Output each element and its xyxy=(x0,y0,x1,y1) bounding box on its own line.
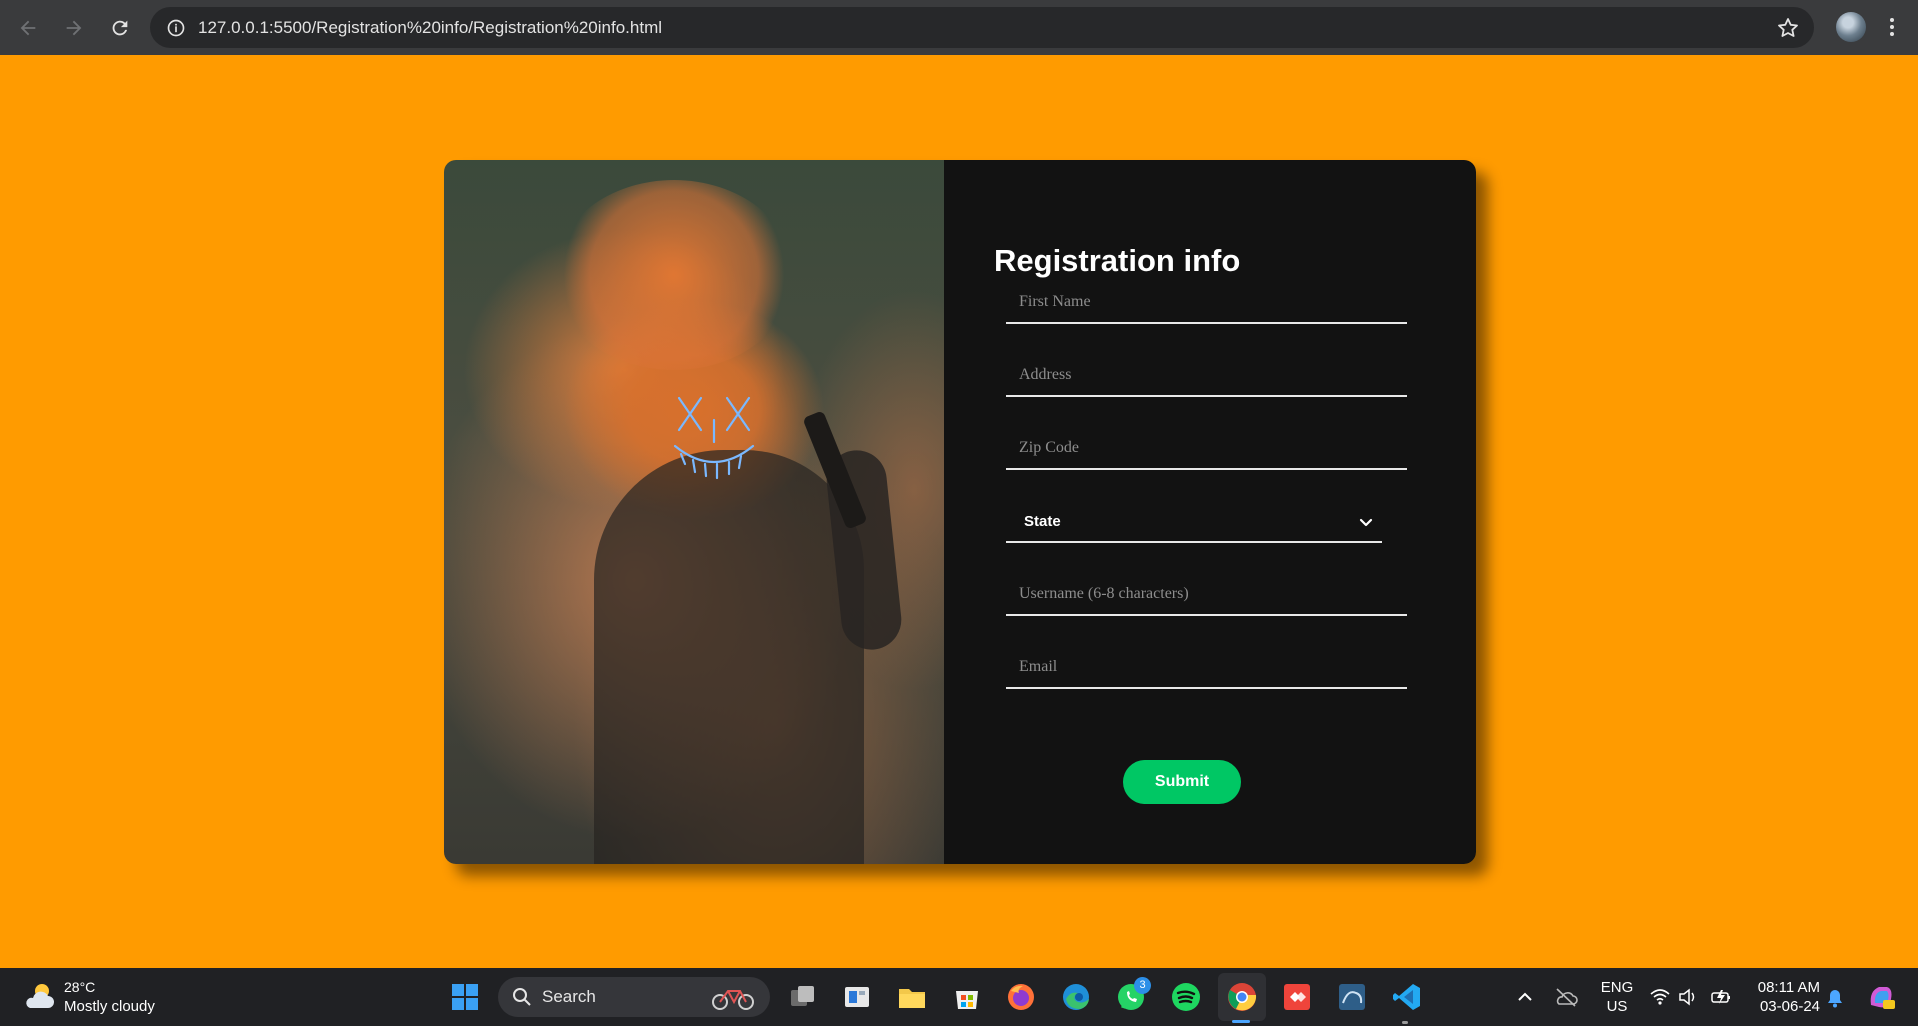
language-code: ENG xyxy=(1600,979,1634,996)
clock-date: 03-06-24 xyxy=(1759,998,1820,1015)
vscode-icon[interactable] xyxy=(1389,979,1425,1015)
search-label: Search xyxy=(542,987,596,1006)
weather-condition: Mostly cloudy xyxy=(64,998,155,1015)
firefox-icon[interactable] xyxy=(1003,979,1039,1015)
microsoft-store-icon[interactable] xyxy=(949,979,985,1015)
browser-toolbar: 127.0.0.1:5500/Registration%20info/Regis… xyxy=(0,0,1918,55)
forward-button[interactable] xyxy=(52,6,96,50)
submit-button[interactable]: Submit xyxy=(1123,760,1241,804)
vscode-open-indicator xyxy=(1402,1021,1408,1024)
task-view-icon[interactable] xyxy=(785,979,821,1015)
weather-temp: 28°C xyxy=(64,979,96,995)
email-field xyxy=(1006,647,1407,689)
zip-code-input[interactable] xyxy=(1006,428,1407,468)
whatsapp-badge: 3 xyxy=(1134,977,1151,994)
neon-mask-icon xyxy=(673,396,755,480)
search-icon xyxy=(513,988,531,1006)
file-explorer-icon[interactable] xyxy=(894,979,930,1015)
onedrive-offline-icon[interactable] xyxy=(1554,986,1578,1008)
volume-icon[interactable] xyxy=(1678,988,1698,1006)
registration-card: Registration info State Submit xyxy=(444,160,1476,864)
bicycle-icon xyxy=(712,990,754,1010)
wifi-icon[interactable] xyxy=(1650,988,1670,1006)
first-name-input[interactable] xyxy=(1006,282,1407,322)
address-input[interactable] xyxy=(1006,355,1407,395)
back-arrow-icon xyxy=(20,20,36,35)
spotify-icon[interactable] xyxy=(1168,979,1204,1015)
address-field xyxy=(1006,355,1407,397)
clock-time: 08:11 AM xyxy=(1757,979,1820,996)
show-hidden-icons-chevron-icon[interactable] xyxy=(1516,988,1534,1006)
region-code: US xyxy=(1606,998,1628,1015)
first-name-field xyxy=(1006,282,1407,324)
back-button[interactable] xyxy=(6,6,50,50)
chrome-icon[interactable] xyxy=(1224,979,1260,1015)
reload-icon xyxy=(112,20,128,35)
widgets-icon[interactable] xyxy=(839,979,875,1015)
weather-widget[interactable]: 28°C Mostly cloudy xyxy=(22,978,155,1016)
copilot-icon[interactable] xyxy=(1865,981,1897,1013)
address-bar[interactable]: 127.0.0.1:5500/Registration%20info/Regis… xyxy=(150,7,1814,48)
zip-code-field xyxy=(1006,428,1407,470)
mysql-workbench-icon[interactable] xyxy=(1334,979,1370,1015)
url-text[interactable]: 127.0.0.1:5500/Registration%20info/Regis… xyxy=(198,18,662,38)
cloud-sun-icon xyxy=(26,984,54,1008)
menu-dots-icon[interactable] xyxy=(1880,15,1904,39)
form-title: Registration info xyxy=(994,243,1241,278)
email-input[interactable] xyxy=(1006,647,1407,687)
smoke-photo xyxy=(444,160,944,864)
edge-icon[interactable] xyxy=(1058,979,1094,1015)
profile-avatar[interactable] xyxy=(1836,12,1866,42)
smoke-cloud xyxy=(554,180,794,370)
username-input[interactable] xyxy=(1006,574,1407,614)
form-panel: Registration info State Submit xyxy=(944,160,1476,864)
chevron-down-icon xyxy=(1359,518,1373,527)
system-clock[interactable]: 08:11 AM 03-06-24 xyxy=(1750,978,1820,1016)
taskbar-search[interactable]: Search xyxy=(498,977,770,1017)
bookmark-star-icon[interactable] xyxy=(1776,16,1800,40)
forward-arrow-icon xyxy=(66,20,82,35)
language-indicator[interactable]: ENG US xyxy=(1600,978,1634,1016)
notification-bell-icon[interactable] xyxy=(1826,988,1844,1008)
anydesk-icon[interactable] xyxy=(1279,979,1315,1015)
reload-button[interactable] xyxy=(98,6,142,50)
state-select-value: State xyxy=(1024,512,1061,530)
windows-start-icon[interactable] xyxy=(447,979,483,1015)
chrome-active-indicator xyxy=(1232,1020,1250,1023)
site-info-icon[interactable] xyxy=(156,7,196,48)
state-select[interactable]: State xyxy=(1006,501,1382,543)
username-field xyxy=(1006,574,1407,616)
hooded-figure xyxy=(594,450,864,864)
battery-charging-icon[interactable] xyxy=(1710,988,1732,1006)
taskbar: 28°C Mostly cloudy Search 3 ENG US 08:11… xyxy=(0,968,1918,1026)
